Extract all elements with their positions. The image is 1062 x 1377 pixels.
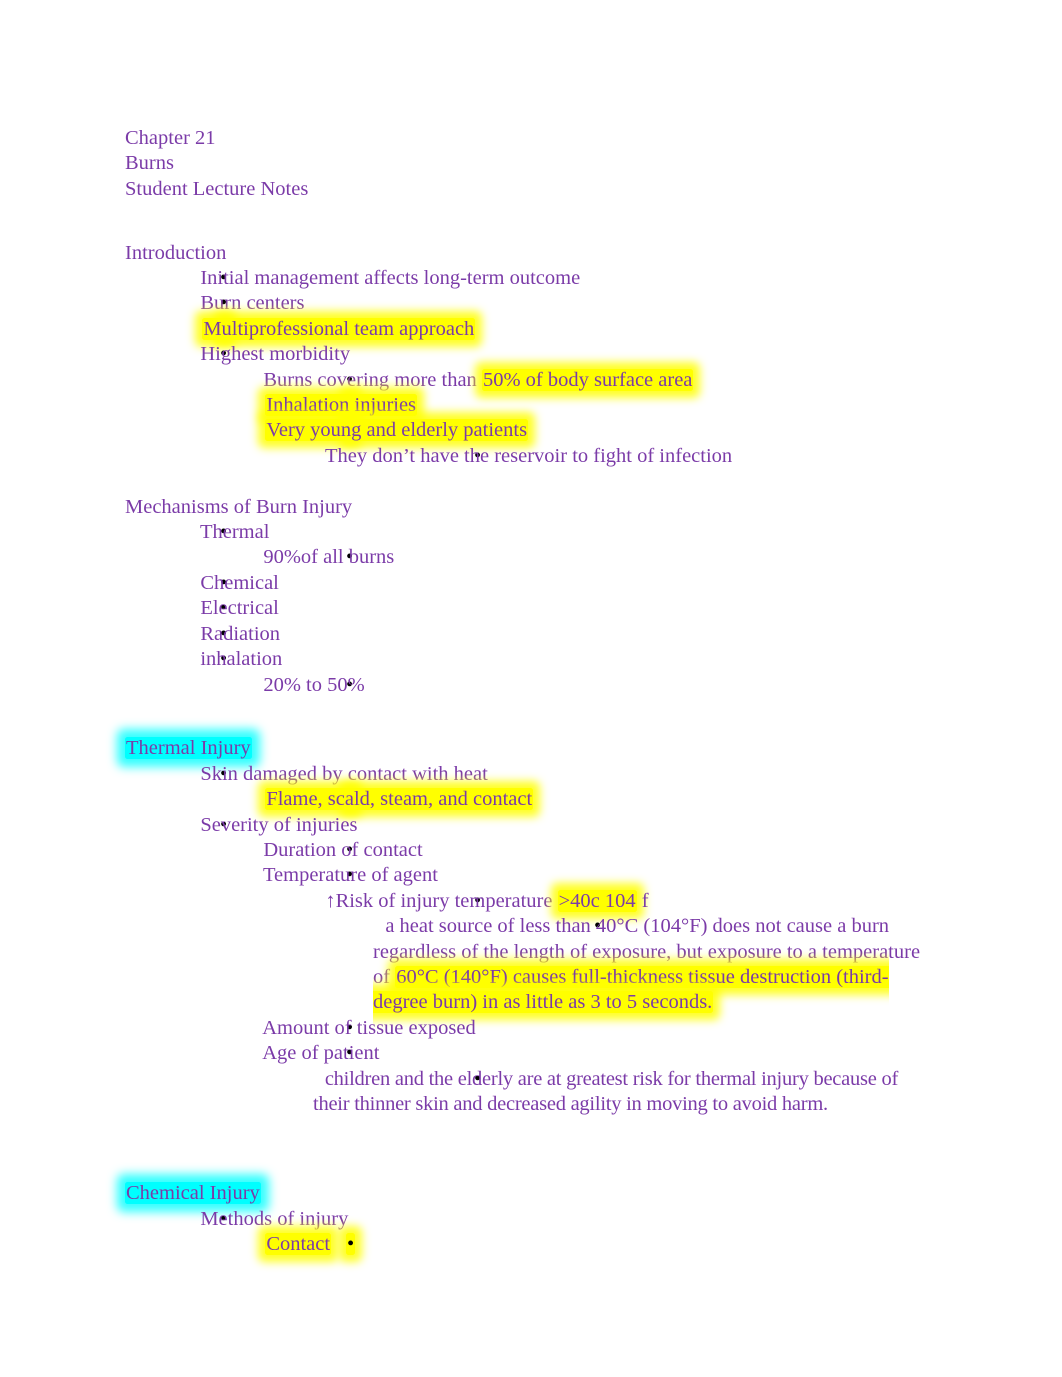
list-item-highlighted: • Contact <box>125 1232 955 1257</box>
list-item-label: Initial management affects long-term out… <box>200 267 581 290</box>
list-item: • Radiation <box>125 622 955 647</box>
list-item: • Duration of contact <box>125 838 955 863</box>
section-heading-text: Chemical Injury <box>125 1182 261 1205</box>
list-item: • Highest morbidity <box>125 342 955 367</box>
list-item-highlight-fragment: 60°C (140°F) causes full-thickness tissu… <box>373 965 889 1014</box>
list-item-label: Severity of injuries <box>200 813 358 836</box>
list-item-label: They don’t have the reservoir to fight o… <box>324 444 733 467</box>
section-heading-text: Introduction <box>125 241 227 264</box>
list-item-tail: f <box>636 889 649 912</box>
section-heading-text: Thermal Injury <box>125 737 252 760</box>
list-item-highlight-fragment: >40c 104 <box>557 889 637 912</box>
list-item: • They don’t have the reservoir to fight… <box>125 444 955 469</box>
list-item-highlight-fragment: 50% of body surface area <box>481 368 694 391</box>
list-item: • Burn centers <box>125 291 955 316</box>
section-heading-mechanisms: Mechanisms of Burn Injury <box>125 495 955 520</box>
list-item-label: Age of patient <box>262 1042 380 1065</box>
title-subtitle: Student Lecture Notes <box>125 177 955 202</box>
list-item-label: Electrical <box>200 597 279 620</box>
list-item: • 20% to 50% <box>125 673 955 698</box>
list-item: • Electrical <box>125 596 955 621</box>
section-heading-introduction: Introduction <box>125 241 955 266</box>
list-item-label: Contact <box>265 1232 332 1255</box>
list-item-label: Radiation <box>200 622 281 645</box>
list-item-highlighted: • Flame, scald, steam, and contact <box>125 787 955 812</box>
list-item-label: Highest morbidity <box>200 343 351 366</box>
list-item-label: 90%of all burns <box>263 546 395 569</box>
list-item-label: Methods of injury <box>200 1207 349 1230</box>
list-item: • Methods of injury <box>125 1207 955 1232</box>
list-item: • Age of patient <box>125 1041 955 1066</box>
list-item-label: Duration of contact <box>263 838 423 861</box>
title-chapter: Chapter 21 <box>125 126 955 151</box>
list-item-label: children and the elderly are at greatest… <box>313 1067 899 1115</box>
list-item-label: Skin damaged by contact with heat <box>200 762 488 785</box>
list-item: • ↑Risk of injury temperature >40c 104 f <box>125 889 955 914</box>
list-item-label: Temperature of agent <box>262 864 438 887</box>
document-page: Chapter 21 Burns Student Lecture Notes I… <box>0 0 1062 1377</box>
section-heading-text: Mechanisms of Burn Injury <box>125 495 353 518</box>
list-item: • 90%of all burns <box>125 545 955 570</box>
title-subtitle-text: Student Lecture Notes <box>125 177 309 200</box>
list-item-label: Amount of tissue exposed <box>262 1016 476 1039</box>
list-item-highlighted: • Multiprofessional team approach <box>125 317 955 342</box>
document-body: Chapter 21 Burns Student Lecture Notes I… <box>125 126 955 1257</box>
list-item-label: Inhalation injuries <box>265 394 418 417</box>
list-item-paragraph: • children and the elderly are at greate… <box>125 1067 933 1118</box>
list-item-label: ↑Risk of injury temperature <box>325 889 558 912</box>
list-item-label: Burn centers <box>200 292 305 315</box>
title-topic-text: Burns <box>125 152 174 175</box>
list-item: • inhalation <box>125 647 955 672</box>
list-item-label: Multiprofessional team approach <box>202 317 476 340</box>
list-item: • Severity of injuries <box>125 813 955 838</box>
title-topic: Burns <box>125 151 955 176</box>
list-item-paragraph: • a heat source of less than 40°C (104°F… <box>125 914 933 1016</box>
section-heading-thermal-injury: Thermal Injury <box>125 736 955 761</box>
list-item: • Initial management affects long-term o… <box>125 266 955 291</box>
list-item-highlighted: • Inhalation injuries <box>125 393 955 418</box>
list-item-label: Thermal <box>199 521 270 544</box>
list-item-label: inhalation <box>200 648 283 671</box>
list-item-label: Flame, scald, steam, and contact <box>265 788 534 811</box>
list-item-label: Burns covering more than <box>263 368 482 391</box>
list-item: • Temperature of agent <box>125 863 955 888</box>
list-item-label: Very young and elderly patients <box>265 419 529 442</box>
section-heading-chemical-injury: Chemical Injury <box>125 1181 955 1206</box>
list-item-label: Chemical <box>200 571 279 594</box>
list-item: • Chemical <box>125 571 955 596</box>
list-item-highlighted: • Very young and elderly patients <box>125 418 955 443</box>
list-item: • Skin damaged by contact with heat <box>125 762 955 787</box>
list-item-label: 20% to 50% <box>263 673 365 696</box>
bullet-icon: • <box>346 1232 356 1255</box>
list-item: • Thermal <box>125 520 955 545</box>
list-item: • Burns covering more than 50% of body s… <box>125 368 955 393</box>
title-chapter-text: Chapter 21 <box>125 127 216 149</box>
list-item: • Amount of tissue exposed <box>125 1016 955 1041</box>
